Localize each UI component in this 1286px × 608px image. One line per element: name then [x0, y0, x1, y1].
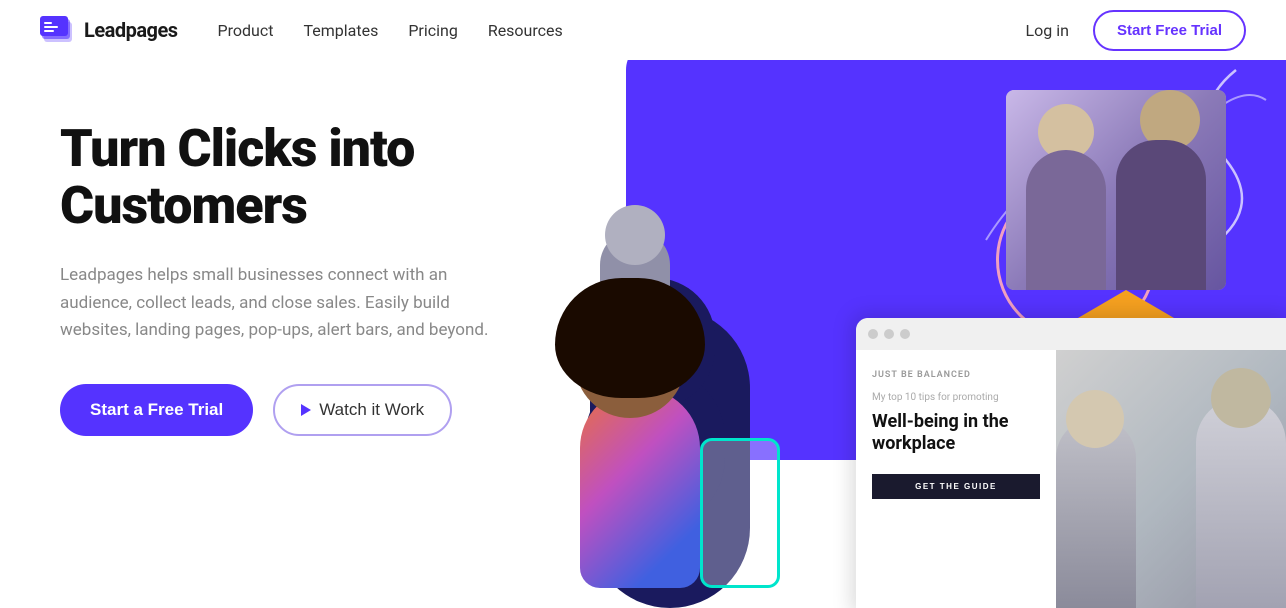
browser-mockup: Just Be Balanced My top 10 tips for prom…	[856, 318, 1286, 608]
yoga-person-1	[1196, 398, 1286, 608]
people-meeting-image	[1006, 90, 1226, 290]
phone-mockup	[700, 438, 780, 588]
nav-right: Log in Start Free Trial	[1026, 10, 1246, 51]
leadpages-logo-icon	[40, 12, 76, 48]
nav-resources[interactable]: Resources	[488, 21, 563, 40]
browser-cta-button[interactable]: Get the Guide	[872, 474, 1040, 499]
nav-templates[interactable]: Templates	[303, 21, 378, 40]
person-silhouette-2	[1116, 140, 1206, 290]
login-link[interactable]: Log in	[1026, 21, 1069, 40]
browser-heading: Well-being in the workplace	[872, 411, 1040, 454]
browser-dot-3	[900, 329, 910, 339]
nav-pricing[interactable]: Pricing	[408, 21, 458, 40]
person-silhouette-1	[1026, 150, 1106, 290]
hero-title: Turn Clicks into Customers	[60, 120, 540, 234]
browser-left-panel: Just Be Balanced My top 10 tips for prom…	[856, 350, 1056, 608]
nav-product[interactable]: Product	[218, 21, 274, 40]
browser-dot-2	[884, 329, 894, 339]
woman-torso	[580, 388, 700, 588]
hero-section: Turn Clicks into Customers Leadpages hel…	[0, 60, 1286, 608]
browser-bar	[856, 318, 1286, 350]
yoga-image	[1056, 350, 1286, 608]
browser-subtext: My top 10 tips for promoting	[872, 392, 1040, 403]
watch-it-work-button[interactable]: Watch it Work	[273, 384, 452, 436]
hero-subtitle: Leadpages helps small businesses connect…	[60, 262, 520, 344]
start-free-trial-hero-button[interactable]: Start a Free Trial	[60, 384, 253, 436]
hero-buttons: Start a Free Trial Watch it Work	[60, 384, 540, 436]
navbar: Leadpages Product Templates Pricing Reso…	[0, 0, 1286, 60]
hero-left: Turn Clicks into Customers Leadpages hel…	[0, 60, 580, 608]
play-icon	[301, 404, 311, 416]
logo[interactable]: Leadpages	[40, 12, 178, 48]
browser-tag: Just Be Balanced	[872, 370, 1040, 380]
start-free-trial-button[interactable]: Start Free Trial	[1093, 10, 1246, 51]
nav-links: Product Templates Pricing Resources	[218, 21, 563, 40]
logo-text: Leadpages	[84, 18, 178, 42]
hero-illustration: Just Be Balanced My top 10 tips for prom…	[580, 60, 1286, 608]
browser-content: Just Be Balanced My top 10 tips for prom…	[856, 350, 1286, 608]
browser-right-panel	[1056, 350, 1286, 608]
browser-dot-1	[868, 329, 878, 339]
gray-figure-head	[605, 205, 665, 265]
watch-it-work-label: Watch it Work	[319, 400, 424, 420]
yoga-person-1-head	[1211, 368, 1271, 428]
woman-hair	[555, 278, 705, 398]
yoga-person-2-head	[1066, 390, 1124, 448]
